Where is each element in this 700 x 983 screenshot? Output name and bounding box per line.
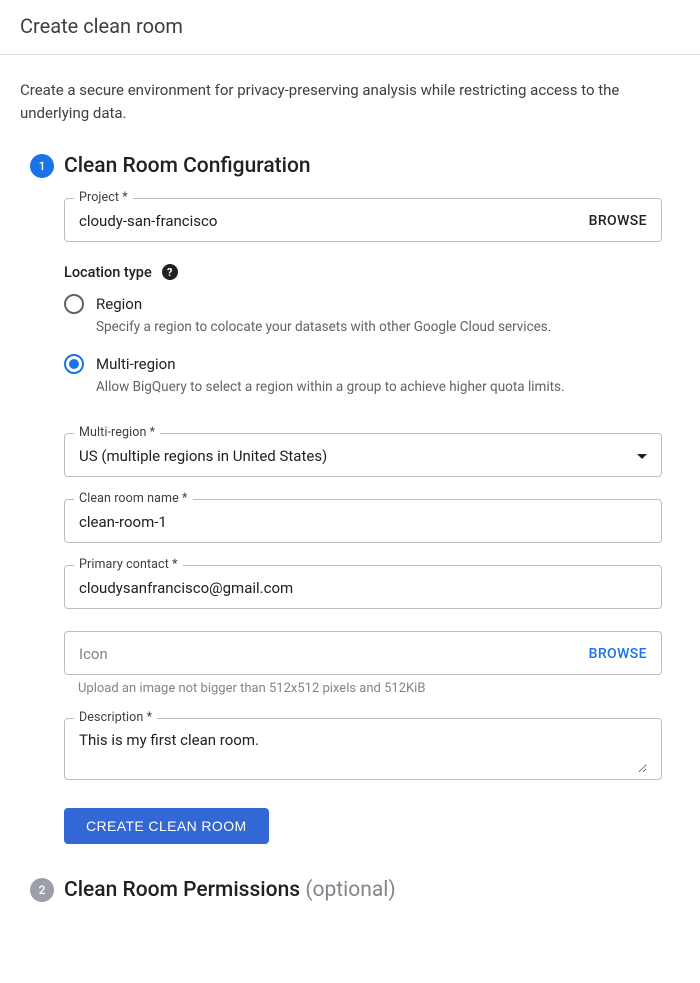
icon-browse-button[interactable]: BROWSE <box>589 646 647 662</box>
page-title: Create clean room <box>20 14 680 38</box>
step-title-config: Clean Room Configuration <box>64 154 680 178</box>
primary-contact-label: Primary contact * <box>74 557 183 572</box>
icon-field[interactable]: Icon BROWSE <box>64 631 662 675</box>
chevron-down-icon <box>637 454 647 459</box>
location-type-label: Location type <box>64 264 152 281</box>
multi-region-radio-label: Multi-region <box>96 353 662 375</box>
icon-helper-text: Upload an image not bigger than 512x512 … <box>64 681 662 696</box>
room-name-input[interactable] <box>79 513 647 531</box>
description-textarea[interactable] <box>79 731 647 773</box>
project-value: cloudy-san-francisco <box>79 212 589 230</box>
multi-region-radio-desc: Allow BigQuery to select a region within… <box>96 377 662 397</box>
project-label: Project * <box>74 190 133 205</box>
step-number-2: 2 <box>30 878 54 902</box>
multi-region-radio[interactable] <box>64 354 84 374</box>
intro-text: Create a secure environment for privacy-… <box>20 79 650 126</box>
region-radio[interactable] <box>64 294 84 314</box>
create-clean-room-button[interactable]: CREATE CLEAN ROOM <box>64 808 269 844</box>
multi-region-label: Multi-region * <box>74 425 160 440</box>
icon-placeholder: Icon <box>79 645 589 663</box>
region-radio-desc: Specify a region to colocate your datase… <box>96 317 662 337</box>
room-name-label: Clean room name * <box>74 491 193 506</box>
primary-contact-input[interactable] <box>79 579 647 597</box>
project-browse-button[interactable]: BROWSE <box>589 213 647 229</box>
description-label: Description * <box>74 710 157 725</box>
step-number-1: 1 <box>30 154 54 178</box>
help-icon[interactable]: ? <box>162 264 178 280</box>
project-field[interactable]: cloudy-san-francisco BROWSE <box>64 198 662 242</box>
step-title-permissions: Clean Room Permissions (optional) <box>64 878 680 902</box>
region-radio-label: Region <box>96 293 662 315</box>
multi-region-value: US (multiple regions in United States) <box>79 447 629 465</box>
